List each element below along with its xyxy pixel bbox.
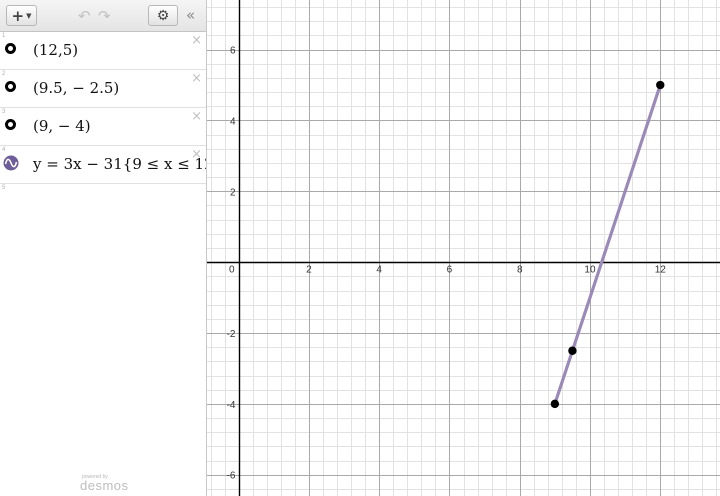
- delete-expression-icon[interactable]: ×: [191, 109, 202, 124]
- desmos-logo: desmos: [80, 478, 129, 493]
- expression-row[interactable]: 2 (9.5, − 2.5) ×: [0, 70, 206, 108]
- x-tick-label: 4: [376, 265, 382, 276]
- data-point: [656, 80, 665, 90]
- redo-icon[interactable]: ↷: [98, 7, 111, 25]
- expression-gutter: 3: [0, 108, 27, 145]
- y-tick-label: -6: [227, 471, 236, 482]
- x-tick-label: 2: [306, 265, 312, 276]
- plotted-curves: [553, 83, 662, 406]
- expression-number: 5: [2, 185, 6, 191]
- new-expression-row[interactable]: 5: [0, 184, 27, 214]
- y-tick-label: 2: [230, 187, 236, 198]
- y-tick-label: 4: [230, 116, 236, 127]
- y-tick-label: -2: [227, 329, 236, 340]
- expression-number: 3: [2, 109, 6, 115]
- collapse-panel-icon[interactable]: «: [186, 6, 195, 24]
- x-tick-label: 0: [229, 265, 235, 276]
- add-icon: +: [11, 6, 25, 25]
- expression-row[interactable]: 4 y = 3x − 31{9 ≤ x ≤ 12} ×: [0, 146, 206, 184]
- expression-text[interactable]: (12,5): [33, 41, 78, 59]
- y-tick-label: -4: [227, 400, 236, 411]
- graph-canvas[interactable]: 0 2 4 6 8 10 12 -6 -4 -2 2 4 6: [207, 0, 720, 496]
- delete-expression-icon[interactable]: ×: [191, 147, 202, 162]
- expression-number: 2: [2, 71, 6, 77]
- add-expression-button[interactable]: + ▼: [6, 5, 37, 26]
- expression-text[interactable]: y = 3x − 31{9 ≤ x ≤ 12}: [33, 155, 206, 173]
- x-tick-label: 12: [655, 265, 667, 276]
- gear-icon: ⚙: [156, 7, 170, 24]
- expression-number: 4: [2, 147, 6, 153]
- series-line: [553, 83, 662, 406]
- chevron-down-icon: ▼: [26, 11, 32, 20]
- data-point: [568, 346, 577, 355]
- expression-text[interactable]: (9.5, − 2.5): [33, 79, 119, 97]
- expression-gutter: 4: [0, 146, 27, 183]
- expression-panel: + ▼ ↶ ↷ ⚙ « 1 (12,5) × 2 (9.5, − 2.5) × 3…: [0, 0, 207, 496]
- settings-button[interactable]: ⚙: [148, 5, 178, 26]
- expression-text[interactable]: (9, − 4): [33, 117, 91, 135]
- expression-gutter: 2: [0, 70, 27, 107]
- expression-row[interactable]: 1 (12,5) ×: [0, 32, 206, 70]
- toolbar: + ▼ ↶ ↷ ⚙ «: [0, 0, 206, 32]
- x-tick-label: 10: [584, 265, 596, 276]
- delete-expression-icon[interactable]: ×: [191, 33, 202, 48]
- wave-icon[interactable]: [3, 155, 19, 171]
- minor-grid: [207, 0, 720, 496]
- undo-icon[interactable]: ↶: [78, 7, 91, 25]
- data-point: [550, 399, 560, 409]
- x-tick-label: 8: [517, 265, 523, 276]
- y-tick-label: 6: [230, 46, 236, 57]
- point-icon[interactable]: [5, 119, 16, 130]
- point-icon[interactable]: [5, 81, 16, 92]
- expression-row[interactable]: 3 (9, − 4) ×: [0, 108, 206, 146]
- expression-number: 1: [2, 33, 6, 39]
- x-tick-label: 6: [447, 265, 453, 276]
- expression-gutter: 1: [0, 32, 27, 69]
- delete-expression-icon[interactable]: ×: [191, 71, 202, 86]
- point-icon[interactable]: [5, 43, 16, 54]
